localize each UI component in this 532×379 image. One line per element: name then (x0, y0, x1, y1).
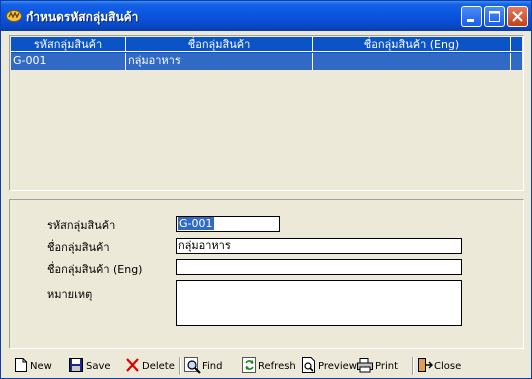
delete-icon (126, 358, 139, 372)
name-eng-label: ชื่อกลุ่มสินค้า (Eng) (47, 263, 143, 276)
note-label: หมายเหตุ (47, 288, 93, 301)
new-document-icon (15, 358, 27, 372)
name-label: ชื่อกลุ่มสินค้า (47, 241, 110, 254)
app-icon (6, 10, 22, 22)
name-field[interactable]: กลุ่มอาหาร (176, 238, 462, 254)
find-button-label: Find (202, 361, 223, 372)
toolbar-separator (412, 357, 414, 375)
close-window-button[interactable] (507, 6, 528, 27)
title-bar[interactable]: กำหนดรหัสกลุ่มสินค้า (1, 1, 531, 31)
cell-name[interactable]: กลุ่มอาหาร (126, 53, 313, 70)
minimize-icon (467, 19, 474, 22)
new-button-label: New (30, 361, 52, 372)
maximize-button[interactable] (484, 6, 505, 27)
print-button[interactable]: Print (356, 356, 399, 376)
preview-button[interactable]: Preview (301, 356, 357, 376)
code-label: รหัสกลุ่มสินค้า (47, 219, 116, 232)
save-button[interactable]: Save (69, 356, 111, 376)
column-header-code[interactable]: รหัสกลุ่มสินค้า (11, 37, 126, 52)
close-icon (512, 11, 523, 22)
close-button[interactable]: Close (417, 356, 463, 376)
name-eng-field[interactable] (176, 259, 462, 275)
delete-button[interactable]: Delete (125, 356, 175, 376)
window: กำหนดรหัสกลุ่มสินค้า รหัสกลุ่มสินค้า ชื่… (0, 0, 532, 379)
cell-filler (511, 53, 522, 70)
cell-code[interactable]: G-001 (11, 53, 126, 70)
close-button-label: Close (434, 361, 462, 372)
note-field[interactable] (176, 280, 462, 326)
preview-icon (302, 357, 315, 373)
table-row[interactable]: G-001 กลุ่มอาหาร (11, 53, 522, 70)
toolbar-separator (179, 357, 181, 375)
product-group-grid[interactable]: รหัสกลุ่มสินค้า ชื่อกลุ่มสินค้า ชื่อกลุ่… (11, 37, 522, 189)
find-button[interactable]: Find (184, 356, 224, 376)
maximize-icon (489, 11, 500, 22)
refresh-button-label: Refresh (258, 361, 296, 372)
save-icon (69, 358, 83, 372)
delete-button-label: Delete (142, 361, 175, 372)
minimize-button[interactable] (461, 6, 482, 27)
column-header-name-eng[interactable]: ชื่อกลุ่มสินค้า (Eng) (313, 37, 511, 52)
preview-button-label: Preview (318, 361, 357, 372)
refresh-button[interactable]: Refresh (242, 356, 296, 376)
cell-name-eng[interactable] (313, 53, 511, 70)
column-header-name[interactable]: ชื่อกลุ่มสินค้า (126, 37, 313, 52)
code-field-value: G-001 (178, 217, 214, 230)
bottom-toolbar: New Save Delete Find Refresh Preview Pri… (1, 353, 531, 378)
detail-form: รหัสกลุ่มสินค้า G-001 ชื่อกลุ่มสินค้า กล… (9, 199, 524, 349)
print-button-label: Print (375, 361, 399, 372)
exit-door-icon (418, 358, 433, 372)
printer-icon (357, 358, 373, 373)
column-header-filler (511, 37, 522, 52)
refresh-icon (242, 357, 256, 373)
find-icon (184, 357, 201, 374)
new-button[interactable]: New (14, 356, 54, 376)
window-title: กำหนดรหัสกลุ่มสินค้า (26, 10, 139, 24)
code-field[interactable]: G-001 (176, 216, 280, 232)
save-button-label: Save (86, 361, 111, 372)
product-group-grid-panel: รหัสกลุ่มสินค้า ชื่อกลุ่มสินค้า ชื่อกลุ่… (9, 35, 524, 191)
grid-header: รหัสกลุ่มสินค้า ชื่อกลุ่มสินค้า ชื่อกลุ่… (11, 37, 522, 53)
